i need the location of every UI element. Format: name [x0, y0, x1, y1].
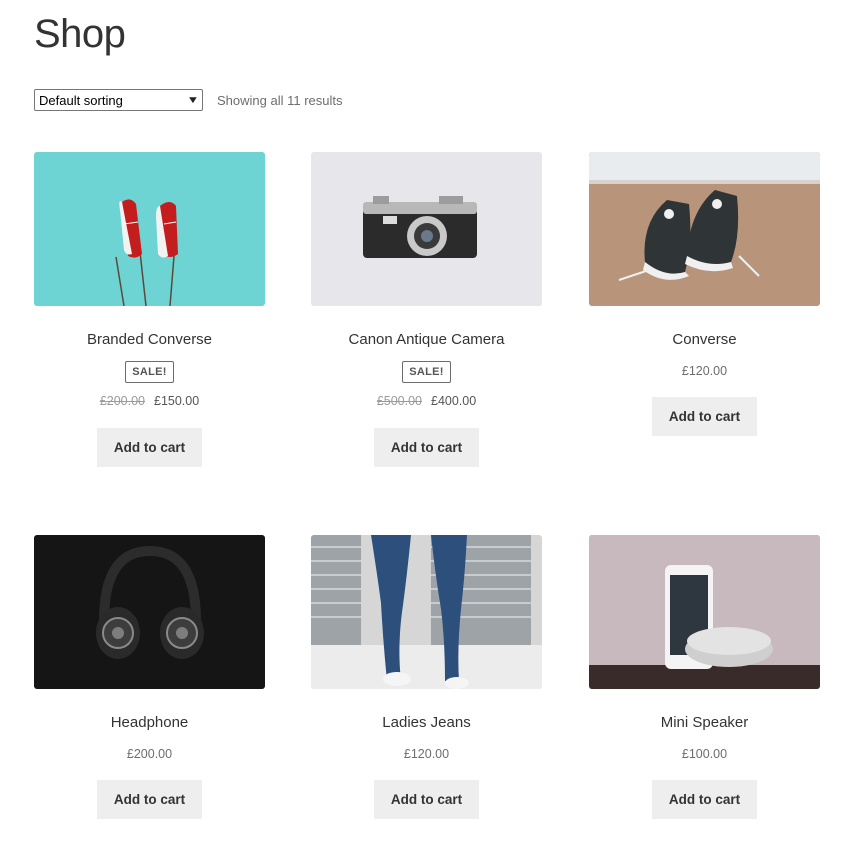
product-card: Converse £120.00 Add to cart — [589, 152, 820, 436]
product-image[interactable] — [34, 152, 265, 306]
result-count: Showing all 11 results — [217, 92, 343, 108]
product-price: £200.00 £150.00 — [34, 393, 265, 409]
add-to-cart-button[interactable]: Add to cart — [97, 428, 202, 467]
page-title: Shop — [34, 12, 126, 56]
product-image[interactable] — [311, 152, 542, 306]
sale-badge: SALE! — [402, 361, 451, 383]
shop-toolbar: Default sorting ▼ Showing all 11 results — [34, 89, 343, 111]
product-image[interactable] — [589, 152, 820, 306]
product-title[interactable]: Canon Antique Camera — [311, 331, 542, 349]
add-to-cart-button[interactable]: Add to cart — [652, 397, 757, 436]
product-title[interactable]: Branded Converse — [34, 331, 265, 349]
product-title[interactable]: Ladies Jeans — [311, 714, 542, 732]
product-card: Ladies Jeans £120.00 Add to cart — [311, 535, 542, 819]
regular-price: £500.00 — [376, 394, 422, 408]
add-to-cart-button[interactable]: Add to cart — [97, 780, 202, 819]
product-price: £500.00 £400.00 — [311, 393, 542, 409]
product-image[interactable] — [589, 535, 820, 689]
sorting-select[interactable]: Default sorting ▼ — [34, 89, 203, 111]
product-title[interactable]: Mini Speaker — [589, 714, 820, 732]
regular-price: £200.00 — [99, 394, 145, 408]
product-card: Mini Speaker £100.00 Add to cart — [589, 535, 820, 819]
product-image[interactable] — [311, 535, 542, 689]
sale-badge: SALE! — [125, 361, 174, 383]
sale-price: £150.00 — [154, 394, 200, 408]
chevron-down-icon: ▼ — [186, 94, 200, 106]
product-price: £120.00 — [681, 364, 728, 378]
product-card: Branded Converse SALE! £200.00 £150.00 Ad… — [34, 152, 265, 467]
product-card: Canon Antique Camera SALE! £500.00 £400.0… — [311, 152, 542, 467]
sorting-selected-value: Default sorting — [39, 92, 123, 108]
product-price: £100.00 — [681, 747, 728, 761]
sale-price: £400.00 — [431, 394, 477, 408]
add-to-cart-button[interactable]: Add to cart — [374, 428, 479, 467]
product-price: £200.00 — [126, 747, 173, 761]
product-title[interactable]: Converse — [589, 331, 820, 349]
product-image[interactable] — [34, 535, 265, 689]
add-to-cart-button[interactable]: Add to cart — [374, 780, 479, 819]
product-card: Headphone £200.00 Add to cart — [34, 535, 265, 819]
product-price: £120.00 — [403, 747, 450, 761]
product-title[interactable]: Headphone — [34, 714, 265, 732]
add-to-cart-button[interactable]: Add to cart — [652, 780, 757, 819]
